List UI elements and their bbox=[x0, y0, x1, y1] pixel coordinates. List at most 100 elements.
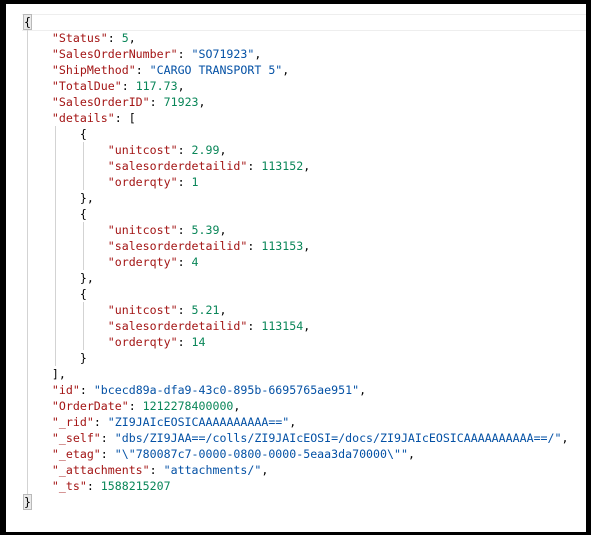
indent-guide bbox=[27, 302, 28, 319]
json-punctuation: , bbox=[219, 303, 227, 318]
indent-guide bbox=[27, 158, 28, 175]
json-punctuation: : bbox=[177, 335, 192, 350]
json-punctuation: }, bbox=[79, 271, 94, 286]
code-line: } bbox=[24, 350, 568, 367]
json-key: "_attachments" bbox=[51, 463, 150, 478]
json-punctuation: , bbox=[233, 399, 241, 414]
code-line: "details": [ bbox=[24, 110, 568, 127]
json-punctuation: }, bbox=[79, 191, 94, 206]
json-punctuation: , bbox=[198, 95, 206, 110]
code-line: "id": "bcecd89a-dfa9-43c0-895b-6695765ae… bbox=[24, 382, 568, 399]
json-punctuation: : bbox=[100, 431, 115, 446]
code-area[interactable]: { "Status": 5, "SalesOrderNumber": "SO71… bbox=[23, 14, 569, 511]
indent-guide bbox=[27, 414, 28, 431]
indent-guide bbox=[55, 270, 56, 287]
indent-guide bbox=[27, 382, 28, 399]
indent-guide bbox=[55, 254, 56, 271]
json-number: 1588215207 bbox=[100, 479, 171, 494]
indent-guide bbox=[27, 206, 28, 223]
json-number: 71923 bbox=[163, 95, 199, 110]
indent-guide bbox=[55, 238, 56, 255]
indent-guide bbox=[83, 158, 84, 175]
json-punctuation: { bbox=[23, 14, 32, 30]
json-number: 5 bbox=[121, 31, 129, 46]
json-key: "Status" bbox=[51, 31, 108, 46]
json-number: 1212278400000 bbox=[142, 399, 234, 414]
json-punctuation: : [ bbox=[114, 111, 136, 126]
json-punctuation: : bbox=[177, 143, 192, 158]
json-key: "SalesOrderNumber" bbox=[51, 47, 178, 62]
json-punctuation: : bbox=[247, 319, 262, 334]
indent-guide bbox=[27, 110, 28, 127]
json-number: 113152 bbox=[261, 159, 304, 174]
json-key: "_rid" bbox=[51, 415, 94, 430]
code-line: "ShipMethod": "CARGO TRANSPORT 5", bbox=[24, 62, 568, 79]
indent-guide bbox=[83, 142, 84, 159]
json-key: "orderqty" bbox=[107, 335, 178, 350]
json-number: 113154 bbox=[261, 319, 304, 334]
indent-guide bbox=[27, 190, 28, 207]
code-line: "_rid": "ZI9JAIcEOSICAAAAAAAAAA==", bbox=[24, 414, 568, 431]
indent-guide bbox=[27, 334, 28, 351]
json-punctuation: , bbox=[219, 223, 227, 238]
indent-guide bbox=[27, 30, 28, 47]
json-punctuation: { bbox=[79, 127, 87, 142]
json-key: "salesorderdetailid" bbox=[107, 319, 248, 334]
json-string: "CARGO TRANSPORT 5" bbox=[149, 63, 283, 78]
indent-guide bbox=[27, 174, 28, 191]
code-line: "unitcost": 5.21, bbox=[24, 302, 568, 319]
json-punctuation: : bbox=[177, 255, 192, 270]
json-key: "_ts" bbox=[51, 479, 87, 494]
code-line: { bbox=[24, 286, 568, 303]
json-punctuation: , bbox=[261, 463, 269, 478]
json-punctuation: , bbox=[407, 447, 415, 462]
code-line: "SalesOrderNumber": "SO71923", bbox=[24, 46, 568, 63]
indent-guide bbox=[27, 126, 28, 143]
indent-guide bbox=[27, 142, 28, 159]
indent-guide bbox=[27, 270, 28, 287]
json-punctuation: , bbox=[359, 383, 367, 398]
json-punctuation: : bbox=[177, 47, 192, 62]
json-punctuation: { bbox=[79, 207, 87, 222]
code-line: }, bbox=[24, 190, 568, 207]
json-punctuation: , bbox=[561, 431, 569, 446]
json-punctuation: , bbox=[289, 415, 297, 430]
json-key: "unitcost" bbox=[107, 223, 178, 238]
json-editor[interactable]: { "Status": 5, "SalesOrderNumber": "SO71… bbox=[6, 4, 586, 532]
json-key: "id" bbox=[51, 383, 80, 398]
json-key: "_etag" bbox=[51, 447, 101, 462]
indent-guide bbox=[27, 254, 28, 271]
json-string: "attachments/" bbox=[163, 463, 262, 478]
json-number: 14 bbox=[191, 335, 206, 350]
json-punctuation: : bbox=[79, 383, 94, 398]
json-key: "_self" bbox=[51, 431, 101, 446]
indent-guide bbox=[27, 350, 28, 367]
json-punctuation: : bbox=[86, 479, 101, 494]
json-string: "dbs/ZI9JAA==/colls/ZI9JAIcEOSI=/docs/ZI… bbox=[114, 431, 562, 446]
indent-guide bbox=[83, 254, 84, 271]
code-line: "_self": "dbs/ZI9JAA==/colls/ZI9JAIcEOSI… bbox=[24, 430, 569, 447]
indent-guide bbox=[27, 94, 28, 111]
indent-guide bbox=[55, 190, 56, 207]
json-punctuation: : bbox=[177, 223, 192, 238]
code-line: "unitcost": 5.39, bbox=[24, 222, 568, 239]
json-key: "TotalDue" bbox=[51, 79, 122, 94]
code-line: "_etag": "\"780087c7-0000-0800-0000-5eaa… bbox=[24, 446, 568, 463]
json-punctuation: : bbox=[247, 159, 262, 174]
code-line: { bbox=[23, 14, 568, 30]
indent-guide bbox=[27, 286, 28, 303]
code-line: "salesorderdetailid": 113153, bbox=[24, 238, 568, 255]
json-number: 5.39 bbox=[191, 223, 220, 238]
json-key: "orderqty" bbox=[107, 175, 178, 190]
json-number: 113153 bbox=[261, 239, 304, 254]
json-punctuation: , bbox=[303, 319, 311, 334]
json-key: "salesorderdetailid" bbox=[107, 239, 248, 254]
code-line: }, bbox=[24, 270, 568, 287]
json-key: "details" bbox=[51, 111, 115, 126]
json-punctuation: , bbox=[177, 79, 185, 94]
json-number: 2.99 bbox=[191, 143, 220, 158]
json-key: "unitcost" bbox=[107, 143, 178, 158]
indent-guide bbox=[27, 222, 28, 239]
code-line: "unitcost": 2.99, bbox=[24, 142, 568, 159]
json-punctuation: : bbox=[177, 175, 192, 190]
